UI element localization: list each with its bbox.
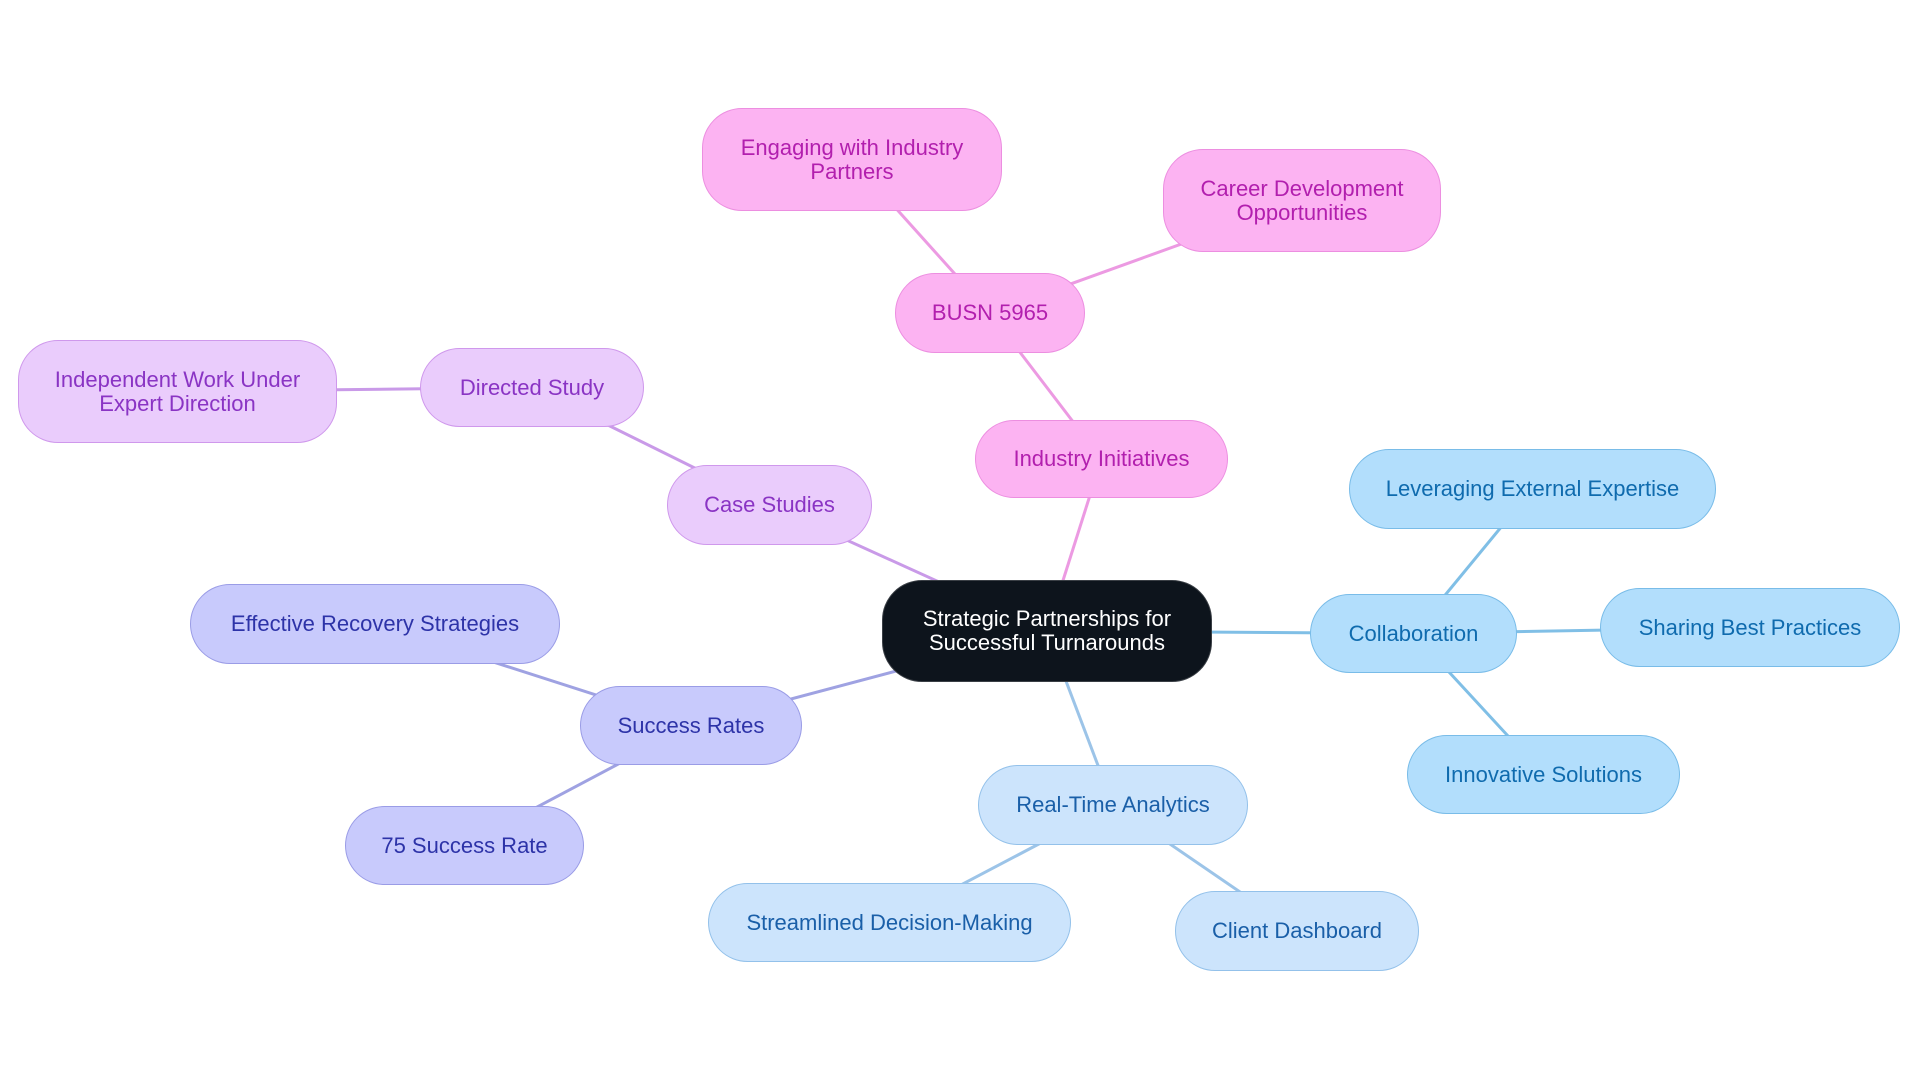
node-label: Career Development Opportunities xyxy=(1200,175,1404,225)
node-label: Collaboration xyxy=(1348,620,1479,646)
node-label: Directed Study xyxy=(459,374,605,400)
node-sharing-best-practices[interactable]: Sharing Best Practices xyxy=(1600,588,1900,667)
root-node-label: Strategic Partnerships for Successful Tu… xyxy=(922,606,1172,655)
node-label: Real-Time Analytics xyxy=(1016,792,1210,817)
node-collaboration[interactable]: Collaboration xyxy=(1310,594,1517,673)
node-streamlined-decision-making[interactable]: Streamlined Decision-Making xyxy=(708,883,1071,962)
node-label: Engaging with Industry Partners xyxy=(740,134,964,184)
root-node[interactable]: Strategic Partnerships for Successful Tu… xyxy=(882,580,1212,682)
node-label: Success Rates xyxy=(617,712,765,738)
node-75-success-rate[interactable]: 75 Success Rate xyxy=(345,806,584,885)
node-leveraging-external-expertise[interactable]: Leveraging External Expertise xyxy=(1349,449,1716,529)
node-label: Independent Work Under Expert Direction xyxy=(54,366,301,416)
node-independent-work[interactable]: Independent Work Under Expert Direction xyxy=(18,340,337,443)
node-career-development-opportunities[interactable]: Career Development Opportunities xyxy=(1163,149,1441,252)
node-label: Innovative Solutions xyxy=(1445,761,1642,787)
node-client-dashboard[interactable]: Client Dashboard xyxy=(1175,891,1419,971)
node-label: Sharing Best Practices xyxy=(1638,614,1862,640)
node-industry-initiatives[interactable]: Industry Initiatives xyxy=(975,420,1228,498)
node-label: Industry Initiatives xyxy=(1013,446,1190,471)
node-label: Streamlined Decision-Making xyxy=(746,909,1033,935)
node-innovative-solutions[interactable]: Innovative Solutions xyxy=(1407,735,1680,814)
node-label: 75 Success Rate xyxy=(381,832,548,858)
node-engaging-with-industry-partners[interactable]: Engaging with Industry Partners xyxy=(702,108,1002,211)
node-directed-study[interactable]: Directed Study xyxy=(420,348,644,427)
node-effective-recovery-strategies[interactable]: Effective Recovery Strategies xyxy=(190,584,560,664)
node-label: BUSN 5965 xyxy=(931,300,1049,325)
node-label: Leveraging External Expertise xyxy=(1385,476,1680,501)
node-case-studies[interactable]: Case Studies xyxy=(667,465,872,545)
node-success-rates[interactable]: Success Rates xyxy=(580,686,802,765)
node-label: Client Dashboard xyxy=(1212,918,1382,943)
node-real-time-analytics[interactable]: Real-Time Analytics xyxy=(978,765,1248,845)
node-label: Case Studies xyxy=(704,492,835,517)
node-label: Effective Recovery Strategies xyxy=(230,611,520,636)
node-busn-5965[interactable]: BUSN 5965 xyxy=(895,273,1085,353)
